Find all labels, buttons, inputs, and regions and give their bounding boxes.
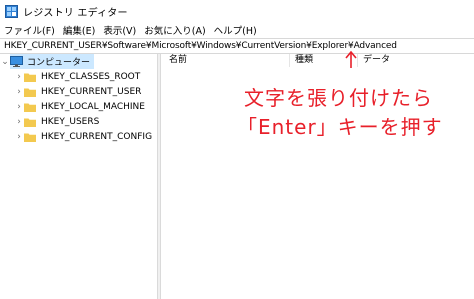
tree-item-hkcc[interactable]: › HKEY_CURRENT_CONFIG [14,129,152,144]
address-bar[interactable]: HKEY_CURRENT_USER¥Software¥Microsoft¥Win… [0,38,474,54]
menu-help[interactable]: ヘルプ(H) [210,23,261,37]
annotation-line-1: 文字を張り付けたら [244,86,433,110]
tree-item-label: HKEY_CURRENT_USER [41,86,142,97]
tree-item-hklm[interactable]: › HKEY_LOCAL_MACHINE [14,99,145,114]
window-title: レジストリ エディター [23,7,128,19]
folder-icon [24,73,36,82]
folder-icon [24,103,36,112]
column-divider[interactable] [289,54,290,67]
tree-root-label: コンピューター [27,58,91,68]
folder-icon [24,88,36,97]
tree-item-hkcr[interactable]: › HKEY_CLASSES_ROOT [14,69,140,84]
chevron-down-icon[interactable]: ⌄ [0,54,10,69]
folder-icon [24,118,36,127]
tree-item-label: HKEY_CLASSES_ROOT [41,71,141,82]
menu-favorites[interactable]: お気に入り(A) [140,23,209,37]
menu-edit[interactable]: 編集(E) [59,23,99,37]
chevron-right-icon[interactable]: › [14,99,24,114]
column-header-data[interactable]: データ [363,54,390,67]
tree-item-computer[interactable]: ⌄ コンピューター [0,54,157,69]
folder-icon [24,133,36,142]
tree-item-hkcu[interactable]: › HKEY_CURRENT_USER [14,84,141,99]
tree-item-label: HKEY_USERS [41,116,100,127]
chevron-right-icon[interactable]: › [14,69,24,84]
chevron-right-icon[interactable]: › [14,84,24,99]
key-tree: ⌄ コンピューター › HKEY_CLASSES_ROOT › HKEY_CUR… [0,54,157,299]
annotation-line-2: 「Enter」キーを押す [237,115,443,139]
column-header-type[interactable]: 種類 [295,54,313,67]
computer-icon [10,56,23,67]
registry-editor-icon [5,4,18,18]
column-header-name[interactable]: 名前 [169,54,187,67]
title-bar: レジストリ エディター [0,0,474,22]
menu-view[interactable]: 表示(V) [99,23,140,37]
menu-bar: ファイル(F) 編集(E) 表示(V) お気に入り(A) ヘルプ(H) [0,22,474,38]
chevron-right-icon[interactable]: › [14,114,24,129]
chevron-right-icon[interactable]: › [14,129,24,144]
tree-item-hku[interactable]: › HKEY_USERS [14,114,99,129]
arrow-up-icon [345,50,357,68]
tree-item-selection: コンピューター [10,54,95,69]
menu-file[interactable]: ファイル(F) [0,23,59,37]
tree-item-label: HKEY_CURRENT_CONFIG [41,131,153,142]
tree-item-label: HKEY_LOCAL_MACHINE [41,101,145,112]
